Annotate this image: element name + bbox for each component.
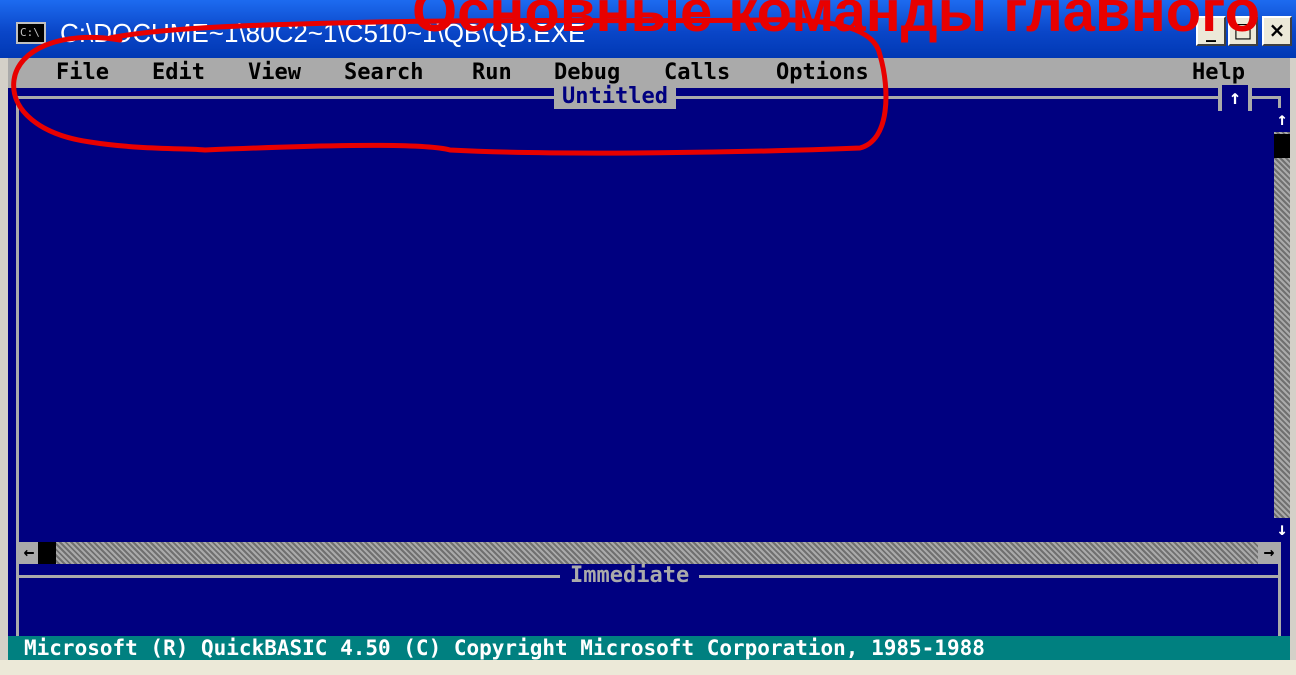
qbasic-screen: File Edit View Search Run Debug Calls Op… (8, 58, 1290, 660)
menu-run[interactable]: Run (472, 61, 512, 85)
editor-area[interactable] (20, 100, 1272, 540)
menu-file[interactable]: File (56, 61, 109, 85)
overlay-heading: Основные команды главного (412, 0, 1260, 44)
status-text: Microsoft (R) QuickBASIC 4.50 (C) Copyri… (24, 636, 985, 660)
immediate-window[interactable] (20, 580, 1276, 634)
taskbar-strip (0, 660, 1296, 675)
scroll-right-icon[interactable]: → (1258, 542, 1280, 564)
menu-debug[interactable]: Debug (554, 61, 620, 85)
scroll-left-icon[interactable]: ← (18, 542, 40, 564)
horizontal-scroll-thumb[interactable] (38, 542, 56, 564)
menu-view[interactable]: View (248, 61, 301, 85)
close-button[interactable]: × (1262, 16, 1292, 46)
menu-calls[interactable]: Calls (664, 61, 730, 85)
horizontal-scrollbar[interactable] (38, 542, 1272, 564)
status-bar: Microsoft (R) QuickBASIC 4.50 (C) Copyri… (8, 636, 1290, 660)
console-icon: C:\ (16, 22, 46, 44)
scroll-up-icon[interactable]: ↑ (1274, 108, 1290, 132)
menu-options[interactable]: Options (776, 61, 869, 85)
menu-edit[interactable]: Edit (152, 61, 205, 85)
vertical-scrollbar[interactable] (1274, 132, 1290, 518)
menu-search[interactable]: Search (344, 61, 423, 85)
scroll-down-icon[interactable]: ↓ (1274, 518, 1290, 542)
vertical-scroll-thumb[interactable] (1274, 134, 1290, 158)
menu-help[interactable]: Help (1192, 61, 1245, 85)
